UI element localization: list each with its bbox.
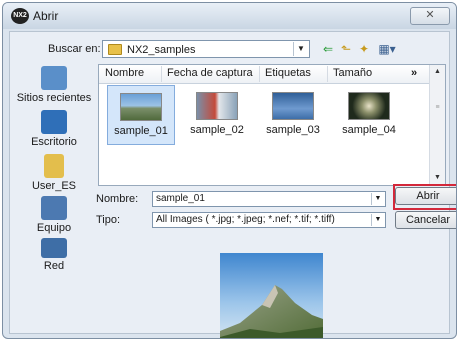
filetype-select[interactable]: All Images ( *.jpg; *.jpeg; *.nef; *.tif… [152,212,386,228]
back-arrow-icon[interactable]: ⇐ [320,41,336,57]
place-label: Escritorio [31,136,77,148]
vertical-scrollbar[interactable]: ▲ ≡ ▼ [429,65,445,185]
place-label: Sitios recientes [16,92,92,104]
lookin-label: Buscar en: [48,43,101,55]
file-list[interactable]: Nombre Fecha de captura Etiquetas Tamaño… [98,64,446,186]
thumbnail [196,92,238,120]
network-icon [41,238,67,258]
file-item[interactable]: sample_01 [107,85,175,145]
column-size[interactable]: Tamaño [333,67,372,79]
place-label: Equipo [36,222,72,234]
desktop-icon [41,110,67,134]
lookin-dropdown[interactable]: NX2_samples ▼ [102,40,310,58]
recent-places-icon [41,66,67,90]
thumbnail [348,92,390,120]
place-recent[interactable]: Sitios recientes [12,66,96,104]
lookin-value: NX2_samples [127,44,196,56]
file-name: sample_03 [266,124,320,136]
place-computer[interactable]: Equipo [12,196,96,234]
new-folder-icon[interactable]: ✦ [356,41,372,57]
preview-photo [220,253,323,338]
folder-icon [108,44,122,55]
close-button[interactable]: ✕ [410,7,450,25]
open-dialog: NX2 Abrir ✕ Buscar en: NX2_samples ▼ ⇐ ⬑… [2,2,457,339]
filename-label: Nombre: [96,193,139,205]
window-title: Abrir [33,9,59,23]
chevron-down-icon[interactable]: ▼ [371,193,384,205]
file-item[interactable]: sample_03 [259,85,327,145]
file-name: sample_02 [190,124,244,136]
open-button[interactable]: Abrir [395,187,456,205]
computer-icon [41,196,67,220]
column-divider [161,66,162,82]
place-label: User_ES [31,180,77,192]
up-folder-icon[interactable]: ⬑ [338,41,354,57]
filename-input[interactable]: sample_01 ▼ [152,191,386,207]
file-item[interactable]: sample_04 [335,85,403,145]
column-divider [327,66,328,82]
more-columns-icon[interactable]: » [411,67,417,79]
file-name: sample_04 [342,124,396,136]
column-tags[interactable]: Etiquetas [265,67,311,79]
dialog-body: Buscar en: NX2_samples ▼ ⇐ ⬑ ✦ ▦▾ Sitios… [9,31,456,338]
place-network[interactable]: Red [12,238,96,272]
title-bar: NX2 Abrir ✕ [3,3,456,29]
image-preview [220,253,323,338]
scroll-up-icon[interactable]: ▲ [430,65,445,79]
thumbnail [120,93,162,121]
nx2-icon: NX2 [11,8,29,24]
scroll-grip-icon[interactable]: ≡ [430,101,445,115]
file-name: sample_01 [114,125,168,137]
cancel-button[interactable]: Cancelar [395,211,456,229]
place-user[interactable]: User_ES [12,154,96,192]
places-bar: Sitios recientes Escritorio User_ES Equi… [12,66,96,296]
chevron-down-icon[interactable]: ▼ [371,214,384,226]
place-label: Red [43,260,65,272]
filetype-value: All Images ( *.jpg; *.jpeg; *.nef; *.tif… [156,214,335,225]
chevron-down-icon[interactable]: ▼ [293,42,308,56]
filename-value: sample_01 [156,193,205,204]
column-divider [259,66,260,82]
filetype-label: Tipo: [96,214,121,226]
file-item[interactable]: sample_02 [183,85,251,145]
place-desktop[interactable]: Escritorio [12,110,96,148]
column-date[interactable]: Fecha de captura [167,67,253,79]
column-name[interactable]: Nombre [105,67,144,79]
view-menu-icon[interactable]: ▦▾ [376,41,398,57]
column-header: Nombre Fecha de captura Etiquetas Tamaño… [99,65,431,84]
thumbnail [272,92,314,120]
user-folder-icon [44,154,64,178]
scroll-down-icon[interactable]: ▼ [430,171,445,185]
